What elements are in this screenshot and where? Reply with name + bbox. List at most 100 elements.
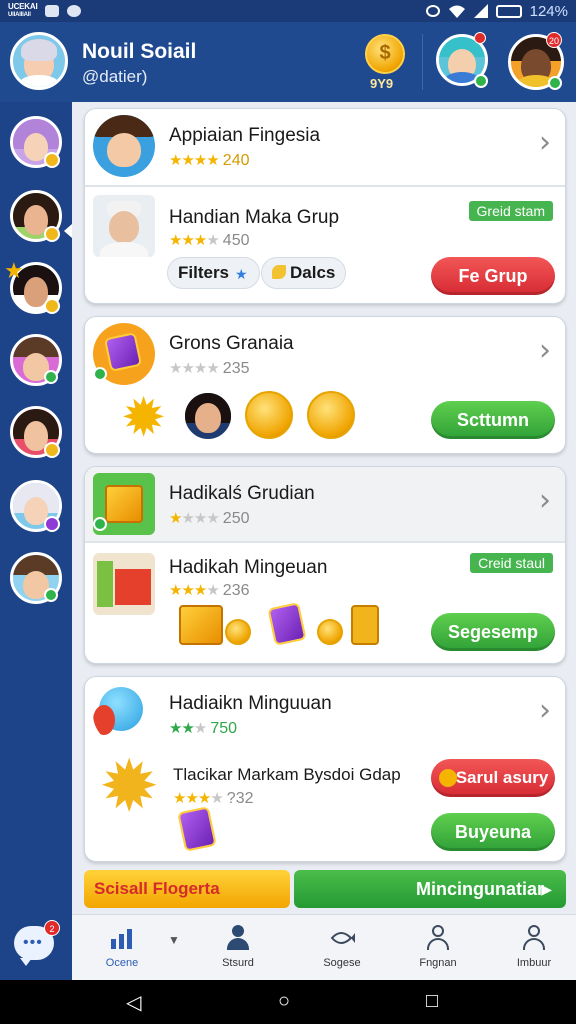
status-brand-line2: UIIAIIIAII	[8, 12, 31, 18]
join-group-button[interactable]: Fe Grup	[431, 257, 555, 295]
list-item[interactable]: Appiaian Fingesia ★★★★ 240 ›	[85, 109, 565, 185]
coin-reward-icon	[225, 619, 251, 645]
dalcs-chip[interactable]: Dalcs	[261, 257, 347, 289]
bottom-tab-bar: Ocene ▼ Stsurd Sogese Fngnan Imbuur	[72, 914, 576, 980]
status-bar: UCEKAI UIIAIIIAII 124%	[0, 0, 576, 22]
online-icon	[93, 367, 107, 381]
banana-icon	[272, 265, 286, 279]
tab-label: Fngnan	[419, 957, 457, 969]
alarm-icon	[425, 5, 440, 17]
chat-badge: 2	[44, 920, 60, 936]
tab-sogese[interactable]: Sogese	[294, 915, 390, 981]
buy-button[interactable]: Buyeuna	[431, 813, 555, 851]
person-outline-icon	[425, 925, 451, 951]
back-icon[interactable]: ◁	[126, 990, 141, 1015]
rating-stars: ★★★★ 236	[169, 582, 250, 599]
filters-chip[interactable]: Filters ★	[167, 257, 261, 289]
battery-percent: 124%	[529, 2, 568, 20]
coin-reward-icon	[307, 391, 355, 439]
online-icon	[44, 370, 58, 384]
item-thumbnail	[93, 195, 155, 257]
profile-name: Nouil Soiail	[82, 40, 197, 63]
notification-icon	[45, 5, 60, 17]
play-icon: ▶	[541, 881, 552, 897]
wifi-icon	[448, 5, 465, 18]
chart-icon	[111, 929, 132, 949]
promo-banner-right[interactable]: Mincingunatiar ▶	[294, 870, 566, 908]
chip-label: Filters	[178, 263, 230, 282]
submit-button[interactable]: Scttumn	[431, 401, 555, 439]
rating-value: 750	[210, 720, 238, 737]
person-outline-icon	[521, 925, 547, 951]
coin-icon[interactable]	[365, 34, 405, 74]
friend2-notification-badge: 20	[546, 32, 562, 48]
list-item[interactable]: Hadikalś Grudian ★★★★ 250 ›	[85, 467, 565, 541]
chevron-right-icon[interactable]: ›	[539, 125, 551, 160]
tab-label: Imbuur	[516, 957, 552, 969]
chevron-right-icon[interactable]: ›	[539, 693, 551, 728]
coin-badge-icon	[44, 152, 60, 168]
system-nav-bar: ◁ ○ □	[0, 980, 576, 1024]
tab-ocene[interactable]: Ocene	[74, 915, 170, 981]
gold-badge-icon: ✹	[99, 747, 160, 827]
rating-stars: ★★★★ ?32	[173, 790, 254, 807]
rating-value: 235	[222, 360, 250, 377]
person-icon	[225, 925, 251, 951]
star-icon: ★	[235, 266, 248, 282]
gem-reward-icon	[267, 602, 307, 646]
friend-avatar-reward	[183, 391, 233, 441]
star-badge-icon: ★	[4, 258, 24, 283]
list-item[interactable]: Grons Granaia ★★★★ 235 › ✹ Scttumn	[85, 317, 565, 453]
tab-label: Sogese	[323, 957, 361, 969]
signal-icon	[473, 4, 488, 18]
item-title: Hadiaikn Minguuan	[169, 693, 332, 714]
status-brand-line1: UCEKAI	[8, 2, 38, 11]
star-reward-icon: ✹	[121, 388, 167, 448]
promo-banner-left[interactable]: Scisall Flogerta	[84, 870, 290, 908]
rating-stars: ★★★★ 450	[169, 232, 250, 249]
selected-pointer-icon	[64, 224, 72, 238]
rating-stars: ★★★★ 240	[169, 152, 250, 169]
home-icon[interactable]: ○	[278, 990, 290, 1013]
online-icon	[93, 517, 107, 531]
item-title: Appiaian Fingesia	[169, 125, 321, 146]
fish-icon	[330, 932, 355, 944]
gold-card-icon	[351, 605, 379, 645]
chevron-right-icon[interactable]: ›	[539, 333, 551, 368]
friend1-online-icon	[474, 74, 488, 88]
tab-fngnan[interactable]: Fngnan	[390, 915, 486, 981]
item-title: Handian Maka Grup	[169, 207, 340, 228]
promo-banner-right-label: Mincingunatiar	[416, 879, 545, 899]
segesemp-button[interactable]: Segesemp	[431, 613, 555, 651]
profile-avatar[interactable]	[10, 32, 68, 90]
status-badge: Greid stam	[468, 201, 553, 221]
card-3: Hadikalś Grudian ★★★★ 250 › Hadikah Minge…	[84, 466, 566, 664]
list-item[interactable]: Hadikah Mingeuan ★★★★ 236 Creid staul Seg…	[85, 543, 565, 663]
list-item[interactable]: Handian Maka Grup ★★★★ 450 Greid stam Fil…	[85, 187, 565, 303]
rating-value: 250	[222, 510, 250, 527]
status-badge: Creid staul	[470, 553, 553, 573]
rating-value: 450	[222, 232, 250, 249]
list-item[interactable]: ✹ Tlacikar Markam Bysdoi Gdap ★★★★ ?32 Sa…	[85, 747, 565, 861]
chevron-down-icon[interactable]: ▼	[168, 933, 180, 947]
card-2: Grons Granaia ★★★★ 235 › ✹ Scttumn	[84, 316, 566, 454]
list-item[interactable]: Hadiaikn Minguuan ★★★ 750 ›	[85, 677, 565, 751]
rating-value: 240	[222, 152, 250, 169]
send-button[interactable]: Sarul asury	[431, 759, 555, 797]
chevron-right-icon[interactable]: ›	[539, 483, 551, 518]
tab-imbuur[interactable]: Imbuur	[486, 915, 576, 981]
recents-icon[interactable]: □	[426, 990, 438, 1013]
online-icon	[44, 588, 58, 602]
item-thumbnail	[93, 115, 155, 177]
rating-stars: ★★★★ 235	[169, 360, 250, 377]
coin-reward-icon	[317, 619, 343, 645]
gem-badge-icon	[44, 516, 60, 532]
battery-icon	[495, 4, 522, 18]
status-brand: UCEKAI UIIAIIIAII	[8, 2, 38, 19]
chip-label: Dalcs	[290, 263, 336, 282]
rating-stars: ★★★ 750	[169, 720, 238, 737]
chat-icon: •••	[23, 934, 43, 951]
item-title: Tlacikar Markam Bysdoi Gdap	[173, 765, 401, 784]
tab-label: Ocene	[105, 957, 139, 969]
tab-stsurd[interactable]: Stsurd	[190, 915, 286, 981]
